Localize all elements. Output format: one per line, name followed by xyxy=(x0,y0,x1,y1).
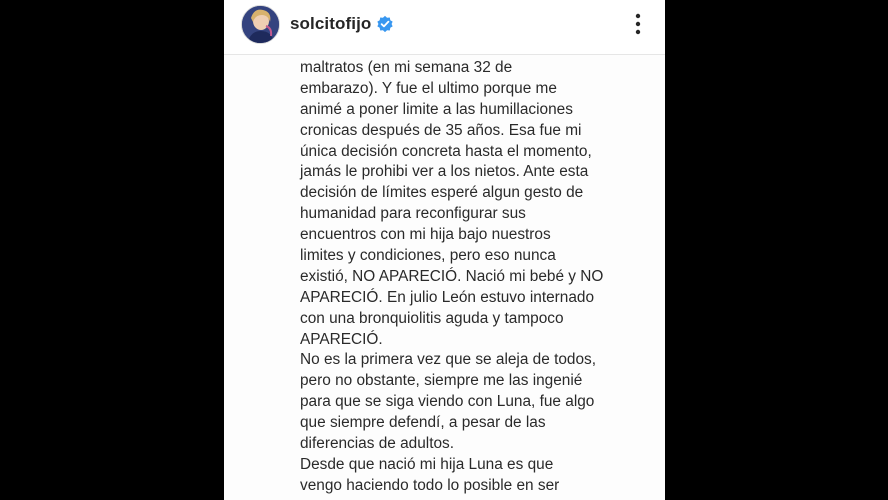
caption-line: para que se siga viendo con Luna, fue al… xyxy=(300,393,595,411)
verified-badge-icon xyxy=(377,15,394,33)
screenshot-frame: solcitofijo maltratos (en mi semana 32 d… xyxy=(0,0,888,500)
caption-line: APARECIÓ. xyxy=(300,330,383,348)
caption-line: encuentros con mi hija bajo nuestros xyxy=(300,226,551,244)
caption-line: humanidad para reconfigurar sus xyxy=(300,205,526,223)
username[interactable]: solcitofijo xyxy=(290,14,371,34)
caption-line: limites y condiciones, pero eso nunca xyxy=(300,247,556,265)
caption-line: decisión de límites esperé algun gesto d… xyxy=(300,184,584,202)
caption-line: jamás le prohibi ver a los nietos. Ante … xyxy=(300,163,589,181)
caption-line: No es la primera vez que se aleja de tod… xyxy=(300,351,597,369)
post-caption: maltratos (en mi semana 32 de embarazo). … xyxy=(300,58,604,497)
caption-line: que siempre defendí, a pesar de las xyxy=(300,414,546,432)
instagram-post-screen: solcitofijo maltratos (en mi semana 32 d… xyxy=(224,0,665,500)
caption-line: única decisión concreta hasta el momento… xyxy=(300,142,592,160)
post-header: solcitofijo xyxy=(224,0,665,55)
caption-line: maltratos (en mi semana 32 de xyxy=(300,59,513,76)
caption-line: APARECIÓ. En julio León estuvo internado xyxy=(300,288,595,306)
caption-line: animé a poner limite a las humillaciones xyxy=(300,100,573,118)
more-vertical-icon[interactable] xyxy=(628,11,648,37)
caption-line: cronicas después de 35 años. Esa fue mi xyxy=(300,121,582,139)
caption-line: existió, NO APARECIÓ. Nació mi bebé y NO xyxy=(300,267,604,285)
caption-line: Desde que nació mi hija Luna es que xyxy=(300,455,554,473)
profile-avatar[interactable] xyxy=(241,5,280,44)
caption-line: embarazo). Y fue el ultimo porque me xyxy=(300,79,557,97)
caption-line: vengo haciendo todo lo posible en ser xyxy=(300,476,560,494)
avatar-image xyxy=(242,6,279,43)
caption-line: diferencias de adultos. xyxy=(300,435,455,453)
username-row: solcitofijo xyxy=(290,12,394,36)
caption-line: pero no obstante, siempre me las ingenié xyxy=(300,372,583,390)
caption-line: con una bronquiolitis aguda y tampoco xyxy=(300,309,564,327)
